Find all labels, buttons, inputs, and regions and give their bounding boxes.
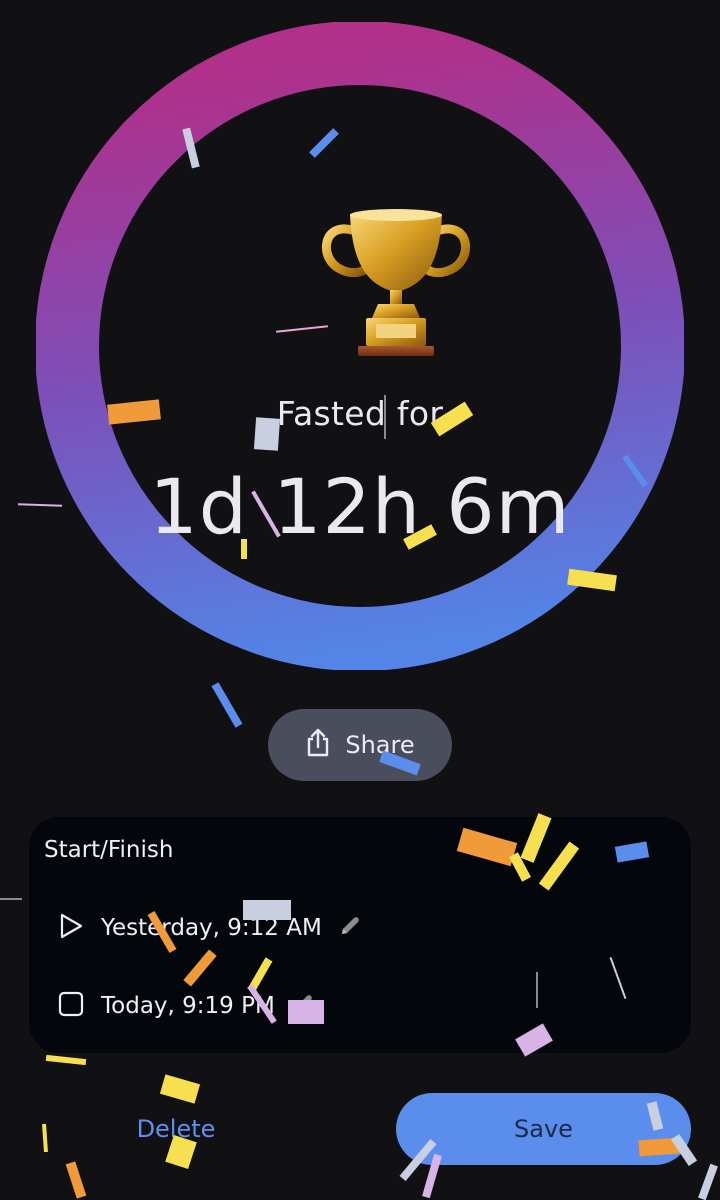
pencil-icon[interactable] <box>291 992 315 1020</box>
fast-duration: 1d 12h 6m <box>149 462 571 551</box>
pencil-icon[interactable] <box>338 914 362 942</box>
confetti-piece <box>45 1054 87 1066</box>
confetti-piece <box>0 898 22 900</box>
fasted-for-label: Fasted for <box>276 394 444 433</box>
start-time-row[interactable]: Yesterday, 9:12 AM <box>57 908 362 948</box>
start-finish-card: Start/Finish Yesterday, 9:12 AM Today, 9… <box>29 817 691 1053</box>
trophy-icon <box>312 200 480 360</box>
stop-icon <box>57 990 85 1022</box>
save-button[interactable]: Save <box>396 1093 691 1165</box>
end-time-row[interactable]: Today, 9:19 PM <box>57 986 315 1026</box>
share-button[interactable]: Share <box>268 709 452 781</box>
delete-button[interactable]: Delete <box>126 1104 226 1154</box>
start-time-text: Yesterday, 9:12 AM <box>101 915 322 941</box>
share-label: Share <box>345 731 415 759</box>
confetti-piece <box>698 1163 718 1200</box>
progress-ring: Fasted for 1d 12h 6m <box>36 22 684 670</box>
confetti-piece <box>211 682 243 728</box>
play-icon <box>57 912 85 944</box>
confetti-piece <box>42 1123 48 1153</box>
confetti-piece <box>159 1074 201 1104</box>
start-finish-title: Start/Finish <box>44 837 174 863</box>
fasting-complete-screen: Fasted for 1d 12h 6m Share Start/Finish … <box>0 0 720 1200</box>
end-time-text: Today, 9:19 PM <box>101 993 275 1019</box>
confetti-piece <box>65 1161 87 1199</box>
share-icon <box>305 728 331 762</box>
